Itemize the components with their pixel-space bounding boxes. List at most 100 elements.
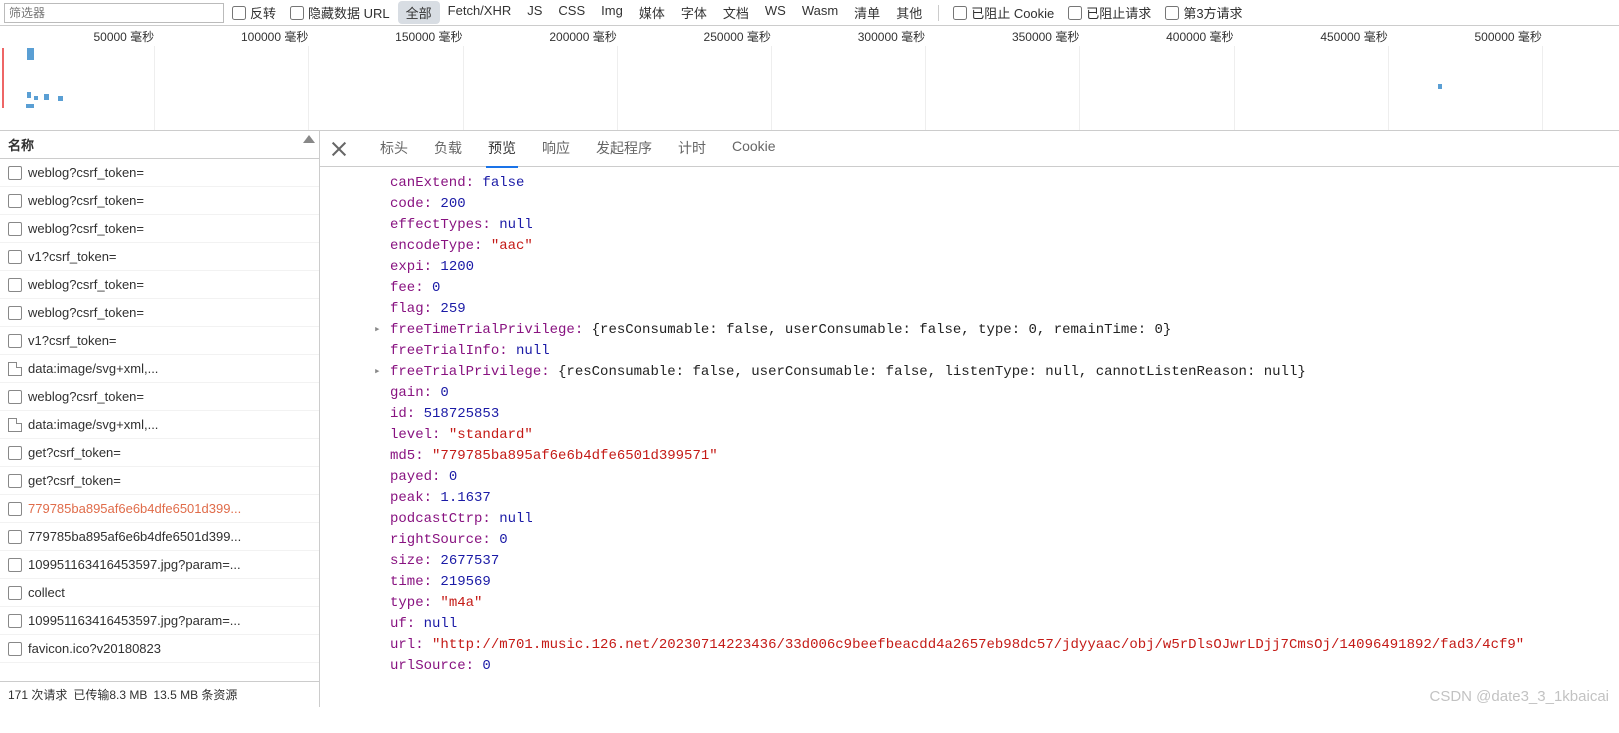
request-name: favicon.ico?v20180823 [28, 641, 161, 656]
preview-line: url: "http://m701.music.126.net/20230714… [350, 635, 1619, 656]
separator [938, 5, 939, 21]
timeline-overview[interactable]: 50000 毫秒100000 毫秒150000 毫秒200000 毫秒25000… [0, 26, 1619, 131]
document-icon [8, 446, 22, 460]
request-row[interactable]: favicon.ico?v20180823 [0, 635, 319, 663]
preview-line: peak: 1.1637 [350, 488, 1619, 509]
type-filters: 全部Fetch/XHRJSCSSImg媒体字体文档WSWasm清单其他 [398, 1, 931, 24]
preview-line[interactable]: freeTrialPrivilege: {resConsumable: fals… [350, 362, 1619, 383]
detail-panel: 标头负载预览响应发起程序计时 Cookie canExtend: falsecod… [320, 131, 1619, 707]
filter-toolbar: 反转 隐藏数据 URL 全部Fetch/XHRJSCSSImg媒体字体文档WSW… [0, 0, 1619, 26]
type-filter-清单[interactable]: 清单 [846, 1, 888, 24]
request-name: collect [28, 585, 65, 600]
request-row[interactable]: weblog?csrf_token= [0, 271, 319, 299]
type-filter-全部[interactable]: 全部 [398, 1, 440, 24]
request-list[interactable]: weblog?csrf_token=weblog?csrf_token=webl… [0, 159, 319, 681]
timeline-label: 350000 毫秒 [1012, 28, 1079, 45]
filter-input[interactable] [4, 3, 224, 23]
preview-line: encodeType: "aac" [350, 236, 1619, 257]
request-row[interactable]: data:image/svg+xml,... [0, 411, 319, 439]
type-filter-wasm[interactable]: Wasm [794, 1, 846, 24]
type-filter-媒体[interactable]: 媒体 [631, 1, 673, 24]
type-filter-img[interactable]: Img [593, 1, 631, 24]
request-row[interactable]: weblog?csrf_token= [0, 299, 319, 327]
document-icon [8, 390, 22, 404]
document-icon [8, 306, 22, 320]
status-transferred: 已传输8.3 MB [73, 686, 147, 703]
type-filter-fetch/xhr[interactable]: Fetch/XHR [440, 1, 520, 24]
request-name: 109951163416453597.jpg?param=... [28, 613, 241, 628]
request-name: 779785ba895af6e6b4dfe6501d399... [28, 501, 241, 516]
preview-line: urlSource: 0 [350, 656, 1619, 677]
request-name: weblog?csrf_token= [28, 389, 144, 404]
tab-2[interactable]: 预览 [486, 130, 518, 168]
preview-line[interactable]: freeTimeTrialPrivilege: {resConsumable: … [350, 320, 1619, 341]
request-name: data:image/svg+xml,... [28, 361, 158, 376]
request-row[interactable]: 779785ba895af6e6b4dfe6501d399... [0, 523, 319, 551]
tab-5[interactable]: 计时 [676, 130, 708, 168]
timeline-label: 400000 毫秒 [1166, 28, 1233, 45]
preview-line: type: "m4a" [350, 593, 1619, 614]
type-filter-字体[interactable]: 字体 [673, 1, 715, 24]
request-row[interactable]: v1?csrf_token= [0, 243, 319, 271]
preview-line: flag: 259 [350, 299, 1619, 320]
request-list-panel: 名称 weblog?csrf_token=weblog?csrf_token=w… [0, 131, 320, 707]
request-list-header[interactable]: 名称 [0, 131, 319, 159]
request-name: v1?csrf_token= [28, 249, 117, 264]
timeline-label: 150000 毫秒 [395, 28, 462, 45]
status-requests: 171 次请求 [8, 686, 67, 703]
type-filter-其他[interactable]: 其他 [888, 1, 930, 24]
request-name: v1?csrf_token= [28, 333, 117, 348]
request-row[interactable]: weblog?csrf_token= [0, 383, 319, 411]
preview-line: time: 219569 [350, 572, 1619, 593]
request-row[interactable]: 109951163416453597.jpg?param=... [0, 551, 319, 579]
request-row[interactable]: weblog?csrf_token= [0, 215, 319, 243]
request-name: get?csrf_token= [28, 445, 121, 460]
document-icon [8, 502, 22, 516]
request-row[interactable]: weblog?csrf_token= [0, 187, 319, 215]
tab-3[interactable]: 响应 [540, 130, 572, 168]
document-icon [8, 278, 22, 292]
type-filter-ws[interactable]: WS [757, 1, 794, 24]
third-party-checkbox[interactable]: 第3方请求 [1165, 3, 1242, 22]
file-icon [8, 418, 22, 432]
document-icon [8, 558, 22, 572]
document-icon [8, 642, 22, 656]
blocked-requests-checkbox[interactable]: 已阻止请求 [1068, 3, 1151, 22]
preview-line: canExtend: false [350, 173, 1619, 194]
request-row[interactable]: 779785ba895af6e6b4dfe6501d399... [0, 495, 319, 523]
timeline-label: 450000 毫秒 [1320, 28, 1387, 45]
type-filter-js[interactable]: JS [519, 1, 550, 24]
preview-line: id: 518725853 [350, 404, 1619, 425]
hide-data-urls-checkbox[interactable]: 隐藏数据 URL [290, 3, 390, 22]
request-row[interactable]: get?csrf_token= [0, 439, 319, 467]
type-filter-文档[interactable]: 文档 [715, 1, 757, 24]
request-name: 779785ba895af6e6b4dfe6501d399... [28, 529, 241, 544]
request-row[interactable]: v1?csrf_token= [0, 327, 319, 355]
preview-line: code: 200 [350, 194, 1619, 215]
request-row[interactable]: data:image/svg+xml,... [0, 355, 319, 383]
preview-line: fee: 0 [350, 278, 1619, 299]
blocked-cookies-checkbox[interactable]: 已阻止 Cookie [953, 3, 1054, 22]
status-bar: 171 次请求 已传输8.3 MB 13.5 MB 条资源 [0, 681, 319, 707]
timeline-label: 500000 毫秒 [1475, 28, 1542, 45]
request-name: weblog?csrf_token= [28, 165, 144, 180]
tab-4[interactable]: 发起程序 [594, 130, 654, 168]
close-icon[interactable] [330, 140, 348, 158]
preview-pane[interactable]: canExtend: falsecode: 200effectTypes: nu… [320, 167, 1619, 707]
request-row[interactable]: collect [0, 579, 319, 607]
document-icon [8, 166, 22, 180]
request-name: 109951163416453597.jpg?param=... [28, 557, 241, 572]
tab-0[interactable]: 标头 [378, 130, 410, 168]
request-row[interactable]: get?csrf_token= [0, 467, 319, 495]
request-row[interactable]: 109951163416453597.jpg?param=... [0, 607, 319, 635]
tab-6[interactable]: Cookie [730, 130, 778, 168]
file-icon [8, 362, 22, 376]
tab-1[interactable]: 负载 [432, 130, 464, 168]
request-name: weblog?csrf_token= [28, 193, 144, 208]
invert-checkbox[interactable]: 反转 [232, 3, 276, 22]
request-row[interactable]: weblog?csrf_token= [0, 159, 319, 187]
main-area: 名称 weblog?csrf_token=weblog?csrf_token=w… [0, 131, 1619, 707]
type-filter-css[interactable]: CSS [550, 1, 593, 24]
request-name: get?csrf_token= [28, 473, 121, 488]
document-icon [8, 194, 22, 208]
